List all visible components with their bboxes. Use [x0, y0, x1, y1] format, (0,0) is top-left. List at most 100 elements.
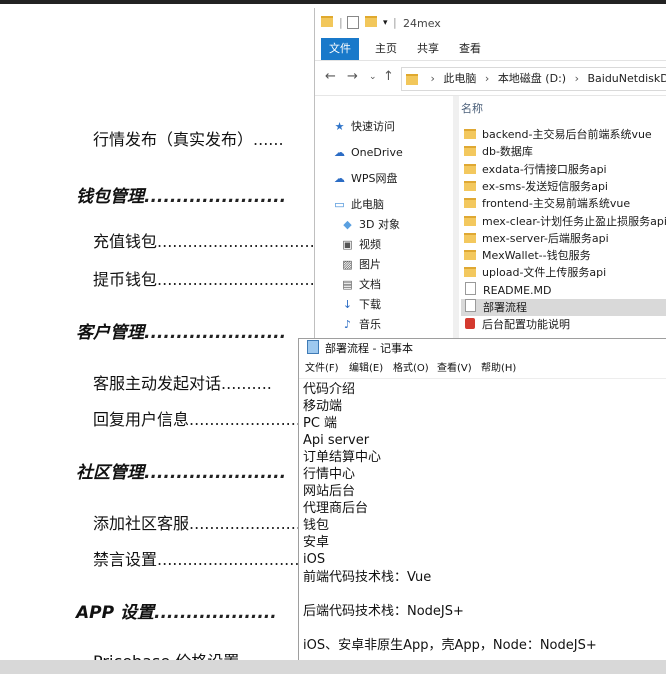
notepad-window[interactable]: 部署流程 - 记事本 文件(F) 编辑(E) 格式(O) 查看(V) 帮助(H)…: [298, 338, 666, 662]
file-explorer-window[interactable]: | ▾ | 24mex 文件 主页 共享 查看 ← → ⌄ ↑ › 此电脑 › …: [314, 8, 666, 341]
file-list-item[interactable]: mex-clear-计划任务止盈止损服务api: [461, 213, 666, 230]
file-name: exdata-行情接口服务api: [482, 162, 607, 176]
file-list-item[interactable]: upload-文件上传服务api: [461, 264, 666, 281]
notepad-title: 部署流程 - 记事本: [325, 342, 413, 355]
toc-leader-dots: ...................................: [157, 270, 336, 289]
toc-leader-dots: ......: [253, 130, 284, 149]
notepad-text-line: 后端代码技术栈：NodeJS+: [303, 604, 464, 619]
file-list-item[interactable]: mex-server-后端服务api: [461, 230, 666, 247]
file-name: ex-sms-发送短信服务api: [482, 179, 608, 193]
notepad-title-bar[interactable]: 部署流程 - 记事本: [299, 339, 666, 359]
folder-icon: [464, 146, 476, 157]
recent-dropdown-icon[interactable]: ⌄: [369, 72, 377, 82]
sidebar-item-label: 音乐: [359, 318, 381, 331]
sidebar-item[interactable]: ▭ 此电脑: [333, 196, 384, 214]
sidebar-item[interactable]: ↓ 下载: [341, 296, 381, 314]
column-header-name[interactable]: 名称: [461, 100, 483, 116]
tab-view[interactable]: 查看: [451, 38, 489, 60]
file-list-item[interactable]: 后台配置功能说明: [461, 316, 666, 333]
file-list-item[interactable]: ex-sms-发送短信服务api: [461, 178, 666, 195]
toc-item: 添加社区客服........................: [93, 510, 311, 534]
sidebar-item[interactable]: ◆ 3D 对象: [341, 216, 400, 234]
notepad-text-line: 前端代码技术栈：Vue: [303, 570, 432, 585]
folder-icon: [464, 215, 476, 226]
sidebar-item[interactable]: ♪ 音乐: [341, 316, 381, 334]
file-list-item[interactable]: MexWallet--钱包服务: [461, 247, 666, 264]
toc-leader-dots: ......................: [144, 463, 287, 483]
notepad-text-line: 行情中心: [303, 467, 356, 482]
star-icon: ★: [334, 120, 345, 133]
computer-icon: ▭: [334, 198, 345, 211]
toc-item: 回复用户信息........................: [93, 406, 311, 430]
properties-icon[interactable]: [347, 16, 359, 32]
picture-icon: ▨: [342, 258, 353, 271]
cloud-icon: ☁: [334, 146, 345, 159]
customize-dropdown-icon[interactable]: ▾: [383, 18, 388, 28]
sidebar-item-label: OneDrive: [351, 146, 403, 159]
up-arrow-icon[interactable]: ↑: [383, 69, 394, 84]
file-list-item[interactable]: backend-主交易后台前端系统vue: [461, 126, 666, 143]
menu-help[interactable]: 帮助(H): [481, 360, 516, 378]
new-folder-icon[interactable]: [365, 16, 377, 30]
file-name: 部署流程: [483, 301, 527, 314]
folder-icon: [464, 232, 476, 243]
menu-edit[interactable]: 编辑(E): [349, 360, 383, 378]
sidebar-item[interactable]: ★ 快速访问: [333, 118, 395, 136]
navigation-bar: ← → ⌄ ↑ › 此电脑 › 本地磁盘 (D:) › BaiduNetdisk…: [315, 61, 666, 96]
file-name: frontend-主交易前端系统vue: [482, 197, 631, 211]
tab-home[interactable]: 主页: [367, 38, 405, 60]
explorer-title-bar[interactable]: | ▾ | 24mex: [315, 8, 666, 38]
toc-heading: 钱包管理......................: [76, 182, 286, 207]
toc-text: 回复用户信息: [93, 410, 190, 429]
tab-share[interactable]: 共享: [409, 38, 447, 60]
download-icon: ↓: [342, 298, 353, 311]
file-list-item[interactable]: exdata-行情接口服务api: [461, 161, 666, 178]
menu-file[interactable]: 文件(F): [305, 360, 339, 378]
chevron-right-icon: ›: [574, 72, 579, 85]
address-bar[interactable]: › 此电脑 › 本地磁盘 (D:) › BaiduNetdiskDownlo: [401, 67, 666, 91]
toc-leader-dots: ......................: [144, 187, 287, 207]
bottom-edge-bar: [0, 660, 666, 674]
notepad-text-line: Api server: [303, 433, 370, 448]
forward-arrow-icon[interactable]: →: [347, 69, 358, 84]
menu-view[interactable]: 查看(V): [437, 360, 472, 378]
back-arrow-icon[interactable]: ←: [325, 69, 336, 84]
breadcrumb-this-pc[interactable]: 此电脑: [443, 72, 476, 85]
divider: |: [393, 16, 397, 29]
file-list-item[interactable]: db-数据库: [461, 143, 666, 160]
menu-format[interactable]: 格式(O): [393, 360, 429, 378]
sidebar-item[interactable]: ☁ WPS网盘: [333, 170, 398, 188]
notepad-text-line: iOS、安卓非原生App，壳App，Node：NodeJS+: [303, 638, 597, 653]
toc-leader-dots: ........................: [189, 410, 312, 429]
toc-item: 行情发布（真实发布）......: [93, 126, 284, 150]
file-name: backend-主交易后台前端系统vue: [482, 128, 652, 141]
toc-item: 客服主动发起对话..........: [93, 370, 272, 394]
notepad-text-area[interactable]: 代码介绍 移动端 PC 端 Api server 订单结算中心 行情中心 网站后台 代理商后台…: [303, 379, 666, 661]
breadcrumb-baidu-folder[interactable]: BaiduNetdiskDownlo: [587, 72, 666, 85]
sidebar-item-label: 视频: [359, 238, 381, 251]
tab-file[interactable]: 文件: [321, 38, 359, 60]
notepad-text-line: iOS: [303, 552, 326, 567]
file-name: db-数据库: [482, 145, 533, 159]
file-list-item[interactable]: README.MD: [461, 281, 666, 299]
window-title: 24mex: [403, 17, 441, 30]
notepad-text-line: 代理商后台: [303, 501, 369, 516]
toc-item: 提币钱包...................................: [93, 266, 335, 290]
cloud-icon: ☁: [334, 172, 345, 185]
music-icon: ♪: [343, 318, 352, 331]
navigation-pane-scrollbar[interactable]: [453, 96, 459, 340]
ribbon-tabs: 文件 主页 共享 查看: [315, 38, 666, 61]
toc-leader-dots: ......................: [144, 323, 287, 343]
file-list-item[interactable]: frontend-主交易前端系统vue: [461, 195, 666, 212]
file-list-item[interactable]: 部署流程: [461, 299, 666, 316]
toc-text: APP 设置: [76, 603, 154, 623]
folder-icon: [464, 198, 476, 209]
sidebar-item[interactable]: ▣ 视频: [341, 236, 381, 254]
toc-text: 添加社区客服: [93, 514, 190, 533]
sidebar-item[interactable]: ☁ OneDrive: [333, 144, 403, 162]
file-name: 后台配置功能说明: [482, 318, 570, 332]
sidebar-item[interactable]: ▨ 图片: [341, 256, 381, 274]
video-icon: ▣: [342, 238, 353, 251]
sidebar-item[interactable]: ▤ 文档: [341, 276, 381, 294]
breadcrumb-local-disk[interactable]: 本地磁盘 (D:): [498, 72, 566, 85]
